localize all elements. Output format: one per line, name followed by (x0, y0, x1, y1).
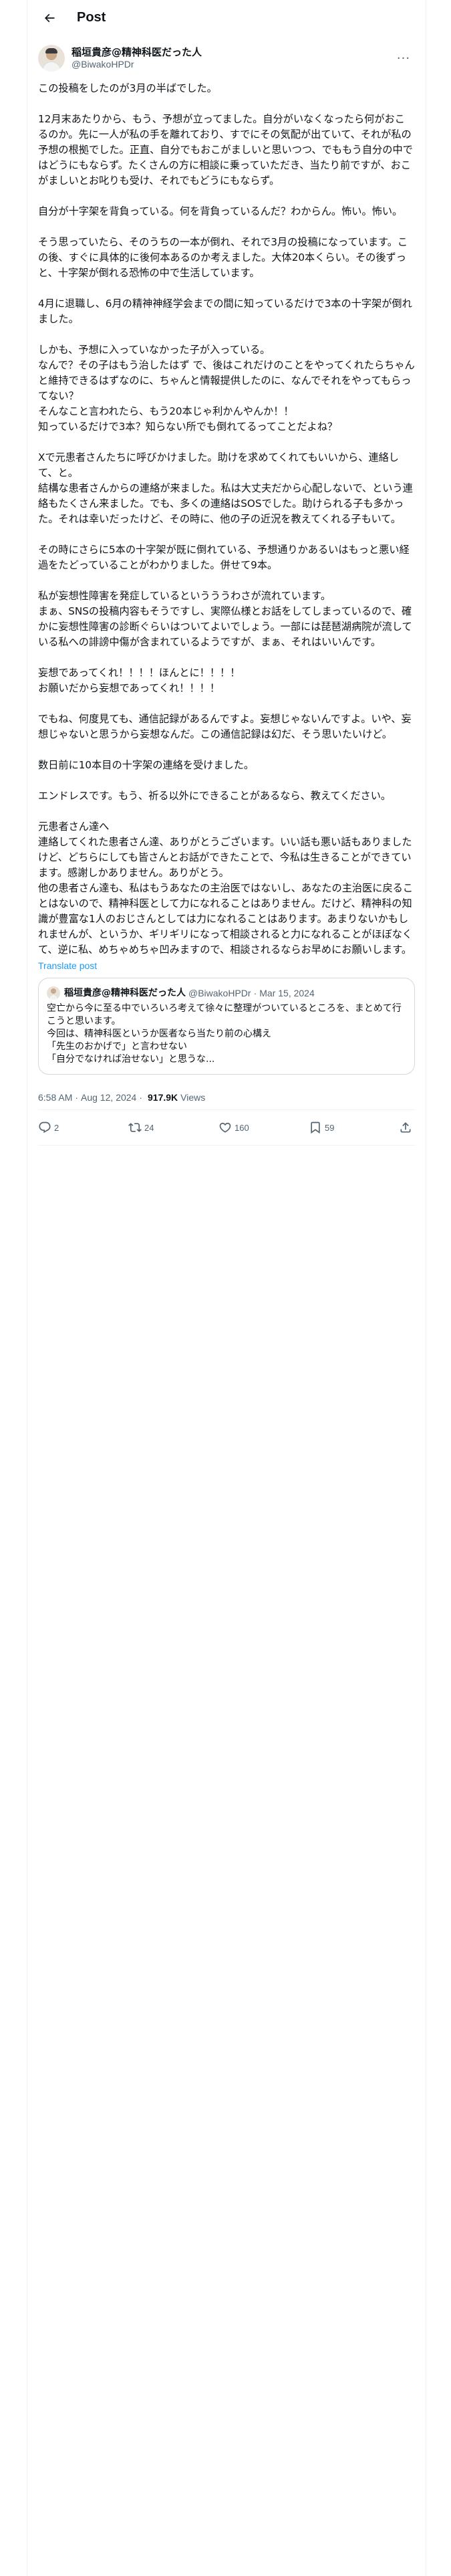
author-row: 稲垣貴彦@精神科医だった人 @BiwakoHPDr ··· (27, 35, 426, 73)
quoted-author-handle: @BiwakoHPDr (188, 988, 251, 998)
reply-count: 2 (54, 1122, 59, 1133)
bookmark-count: 59 (325, 1122, 335, 1133)
heart-icon (219, 1122, 231, 1133)
post-text: この投稿をしたのが3月の半ばでした。 12月末あたりから、もう、予想が立ってまし… (38, 82, 415, 956)
dot-separator: · (139, 1092, 143, 1103)
post-column: Post 稲垣貴彦@精神科医だった人 @BiwakoHPDr ··· この投稿を… (27, 0, 426, 2576)
author-info: 稲垣貴彦@精神科医だった人 @BiwakoHPDr (71, 46, 392, 70)
reply-button[interactable]: 2 (38, 1121, 78, 1134)
post-timestamp: 6:58 AM · Aug 12, 2024 · 917.9K Views (27, 1075, 426, 1109)
post-header: Post (27, 0, 426, 35)
arrow-left-icon (44, 13, 55, 22)
quoted-post-text: 空亡から今に至る中でいろいろ考えて徐々に整理がついているところを、まとめて行こう… (47, 1003, 402, 1065)
repost-count: 24 (144, 1122, 154, 1133)
views-label: Views (180, 1092, 206, 1103)
quoted-dot-separator: · (253, 988, 257, 998)
back-button[interactable] (38, 7, 61, 29)
action-bar: 2 24 160 59 (27, 1110, 426, 1145)
divider (38, 1145, 415, 1146)
author-name[interactable]: 稲垣貴彦@精神科医だった人 (71, 46, 392, 58)
author-handle[interactable]: @BiwakoHPDr (71, 58, 392, 70)
post-date[interactable]: Aug 12, 2024 (81, 1091, 136, 1104)
repost-icon (128, 1123, 142, 1132)
share-button[interactable] (399, 1121, 415, 1134)
quoted-author-name: 稲垣貴彦@精神科医だった人 (64, 988, 186, 998)
avatar[interactable] (38, 45, 65, 72)
quoted-date: Mar 15, 2024 (259, 988, 315, 998)
views-count: 917.9K (148, 1092, 178, 1103)
share-icon (400, 1122, 411, 1133)
quoted-post[interactable]: 稲垣貴彦@精神科医だった人 @BiwakoHPDr · Mar 15, 2024… (38, 978, 415, 1075)
quoted-post-header: 稲垣貴彦@精神科医だった人 @BiwakoHPDr · Mar 15, 2024 (47, 986, 406, 1000)
more-options-button[interactable]: ··· (392, 47, 415, 70)
post-time[interactable]: 6:58 AM (38, 1091, 72, 1104)
bookmark-button[interactable]: 59 (309, 1121, 349, 1134)
page-title: Post (77, 10, 106, 25)
bookmark-icon (311, 1121, 320, 1134)
quoted-avatar (47, 986, 60, 1000)
like-button[interactable]: 160 (218, 1121, 259, 1134)
like-count: 160 (235, 1122, 249, 1133)
dot-separator: · (75, 1092, 79, 1103)
translate-post-link[interactable]: Translate post (27, 958, 426, 972)
reply-icon (39, 1121, 51, 1134)
repost-button[interactable]: 24 (128, 1121, 168, 1134)
